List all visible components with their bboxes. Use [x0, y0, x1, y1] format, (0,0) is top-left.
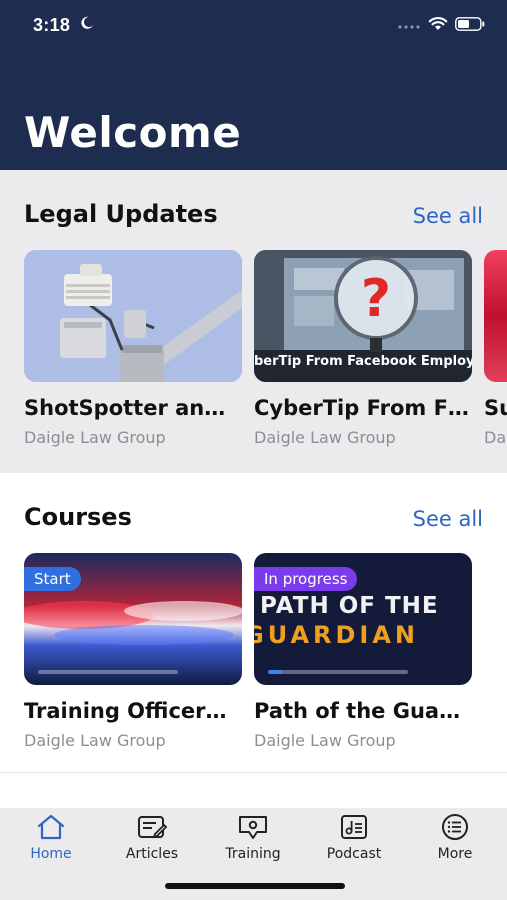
card-title: Su: [484, 396, 507, 420]
podcast-icon: [341, 815, 367, 839]
sensor-pole-image: [24, 250, 242, 382]
card-subtitle: Da: [484, 428, 507, 447]
legal-update-thumbnail: ? berTip From Facebook Employ: [254, 250, 472, 382]
home-indicator: [165, 883, 345, 889]
tab-training[interactable]: Training: [213, 812, 293, 862]
legal-update-card[interactable]: Su Da: [484, 250, 507, 447]
articles-icon: [138, 816, 168, 839]
tab-label: Home: [30, 846, 72, 862]
course-card[interactable]: Start Training Officer… Daigle Law Group: [24, 553, 242, 750]
wifi-icon: [428, 17, 448, 30]
tab-home[interactable]: Home: [11, 812, 91, 862]
courses-section: Courses See all Start Training Officer… …: [0, 473, 507, 773]
thumbnail-heading: PATH OF THE: [260, 593, 439, 619]
legal-updates-title: Legal Updates: [24, 200, 218, 228]
course-progress-bar: [268, 670, 408, 674]
home-icon: [37, 814, 65, 840]
legal-update-thumbnail: [484, 250, 507, 382]
card-subtitle: Daigle Law Group: [254, 731, 396, 750]
legal-update-thumbnail: [24, 250, 242, 382]
tab-label: Training: [225, 846, 281, 862]
tab-more[interactable]: More: [415, 812, 495, 862]
tab-label: More: [437, 846, 473, 862]
training-icon: [239, 816, 267, 839]
svg-text:?: ?: [361, 269, 391, 329]
card-title: Path of the Gua…: [254, 699, 461, 723]
courses-title: Courses: [24, 503, 132, 531]
tab-articles[interactable]: Articles: [112, 812, 192, 862]
more-icon: [442, 814, 468, 840]
course-progress-bar: [38, 670, 178, 674]
thumbnail-caption: berTip From Facebook Employ: [254, 354, 472, 369]
tab-label: Podcast: [326, 846, 382, 862]
legal-updates-see-all[interactable]: See all: [413, 204, 483, 228]
course-thumbnail: PATH OF THE GUARDIAN In progress: [254, 553, 472, 685]
course-card[interactable]: PATH OF THE GUARDIAN In progress Path of…: [254, 553, 472, 750]
card-title: CyberTip From F…: [254, 396, 469, 420]
course-status-badge: Start: [24, 567, 81, 591]
card-subtitle: Daigle Law Group: [24, 731, 166, 750]
header: 3:18 Welcome: [0, 0, 507, 170]
thumbnail-heading-2: GUARDIAN: [254, 621, 420, 649]
battery-icon: [455, 17, 485, 31]
card-title: Training Officer…: [24, 699, 227, 723]
legal-updates-section: Legal Updates See all ShotSpotter an… Da…: [0, 170, 507, 473]
card-title: ShotSpotter an…: [24, 396, 226, 420]
card-subtitle: Daigle Law Group: [254, 428, 396, 447]
status-time: 3:18: [33, 15, 71, 35]
page-title: Welcome: [24, 108, 242, 157]
legal-update-card[interactable]: ShotSpotter an… Daigle Law Group: [24, 250, 242, 447]
tab-podcast[interactable]: Podcast: [314, 812, 394, 862]
card-subtitle: Daigle Law Group: [24, 428, 166, 447]
course-status-badge: In progress: [254, 567, 358, 591]
legal-update-card[interactable]: ? berTip From Facebook Employ CyberTip F…: [254, 250, 472, 447]
courses-see-all[interactable]: See all: [413, 507, 483, 531]
status-bar: 3:18: [0, 0, 507, 52]
signal-icon: [398, 25, 420, 29]
tab-label: Articles: [125, 846, 179, 862]
course-thumbnail: Start: [24, 553, 242, 685]
moon-icon: [81, 16, 93, 29]
